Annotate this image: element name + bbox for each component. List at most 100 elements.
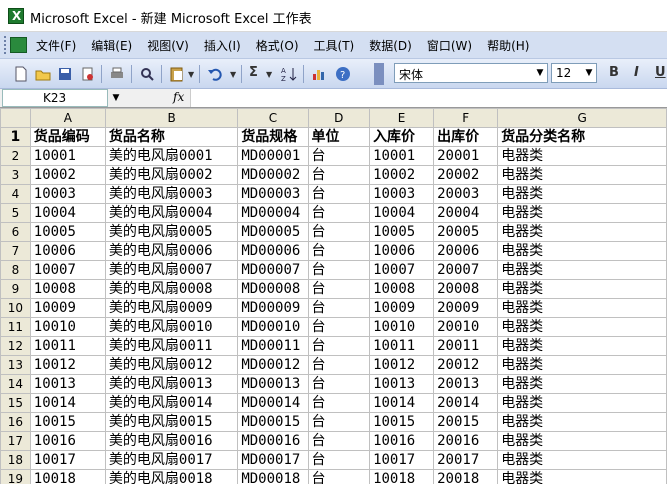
cell[interactable]: MD00001: [237, 146, 309, 166]
undo-dropdown-icon[interactable]: ▼: [230, 70, 236, 79]
cell[interactable]: 台: [307, 374, 371, 394]
cell[interactable]: 10010: [369, 317, 435, 337]
underline-button[interactable]: U: [655, 65, 666, 80]
row-header[interactable]: 4: [0, 184, 31, 204]
menu-tools[interactable]: 工具(T): [314, 37, 355, 54]
cell[interactable]: 美的电风扇0004: [104, 203, 239, 223]
cell[interactable]: 台: [307, 412, 371, 432]
row-header[interactable]: 9: [0, 279, 31, 299]
cell[interactable]: 台: [307, 184, 371, 204]
cell[interactable]: 10011: [29, 336, 106, 356]
font-name-select[interactable]: 宋体 ▼: [394, 63, 548, 83]
cell[interactable]: 10002: [369, 165, 435, 185]
cell[interactable]: 10007: [29, 260, 106, 280]
cell[interactable]: 美的电风扇0001: [104, 146, 239, 166]
research-icon[interactable]: [138, 65, 156, 83]
cell[interactable]: 10002: [29, 165, 106, 185]
row-header[interactable]: 19: [0, 469, 31, 484]
cell[interactable]: 台: [307, 222, 371, 242]
menu-edit[interactable]: 编辑(E): [91, 37, 132, 54]
menu-data[interactable]: 数据(D): [369, 37, 412, 54]
cell[interactable]: 美的电风扇0005: [104, 222, 239, 242]
cell[interactable]: 10001: [29, 146, 106, 166]
cell[interactable]: 台: [307, 355, 371, 375]
cell[interactable]: MD00011: [237, 336, 309, 356]
cell[interactable]: MD00013: [237, 374, 309, 394]
cell[interactable]: 电器类: [497, 374, 667, 394]
cell[interactable]: 20005: [433, 222, 499, 242]
cell[interactable]: 台: [307, 469, 371, 484]
row-header[interactable]: 2: [0, 146, 31, 166]
cell[interactable]: 美的电风扇0018: [104, 469, 239, 484]
cell[interactable]: 电器类: [497, 317, 667, 337]
cell[interactable]: 台: [307, 298, 371, 318]
row-header[interactable]: 11: [0, 317, 31, 337]
cell[interactable]: 10014: [29, 393, 106, 413]
column-header[interactable]: C: [237, 108, 309, 128]
cell[interactable]: MD00006: [237, 241, 309, 261]
menu-format[interactable]: 格式(O): [256, 37, 299, 54]
cell[interactable]: 电器类: [497, 260, 667, 280]
row-header[interactable]: 8: [0, 260, 31, 280]
cell[interactable]: 台: [307, 203, 371, 223]
cell[interactable]: 美的电风扇0015: [104, 412, 239, 432]
cell[interactable]: 10015: [29, 412, 106, 432]
row-header[interactable]: 3: [0, 165, 31, 185]
new-document-icon[interactable]: [12, 65, 30, 83]
cell[interactable]: 美的电风扇0012: [104, 355, 239, 375]
row-header[interactable]: 15: [0, 393, 31, 413]
menu-window[interactable]: 窗口(W): [427, 37, 472, 54]
permission-icon[interactable]: [78, 65, 96, 83]
cell[interactable]: 10016: [29, 431, 106, 451]
cell[interactable]: 美的电风扇0017: [104, 450, 239, 470]
cell[interactable]: 货品名称: [104, 127, 239, 147]
row-header[interactable]: 6: [0, 222, 31, 242]
cell[interactable]: 美的电风扇0008: [104, 279, 239, 299]
cell[interactable]: 20016: [433, 431, 499, 451]
print-icon[interactable]: [108, 65, 126, 83]
cell[interactable]: 10006: [29, 241, 106, 261]
cell[interactable]: 10004: [369, 203, 435, 223]
cell[interactable]: 20008: [433, 279, 499, 299]
cell[interactable]: MD00017: [237, 450, 309, 470]
cell[interactable]: 20018: [433, 469, 499, 484]
cell[interactable]: 10011: [369, 336, 435, 356]
row-header[interactable]: 12: [0, 336, 31, 356]
cell[interactable]: MD00005: [237, 222, 309, 242]
row-header[interactable]: 17: [0, 431, 31, 451]
cell[interactable]: 20006: [433, 241, 499, 261]
cell[interactable]: 20014: [433, 393, 499, 413]
cell[interactable]: 10004: [29, 203, 106, 223]
cell[interactable]: 台: [307, 450, 371, 470]
cell[interactable]: 台: [307, 279, 371, 299]
chevron-down-icon[interactable]: ▼: [582, 64, 596, 82]
cell[interactable]: 20007: [433, 260, 499, 280]
column-header[interactable]: D: [307, 108, 371, 128]
cell[interactable]: 美的电风扇0011: [104, 336, 239, 356]
cell[interactable]: 10008: [29, 279, 106, 299]
cell[interactable]: 电器类: [497, 222, 667, 242]
cell[interactable]: 美的电风扇0014: [104, 393, 239, 413]
cell[interactable]: 货品规格: [237, 127, 309, 147]
cell[interactable]: MD00016: [237, 431, 309, 451]
help-icon[interactable]: ?: [334, 65, 352, 83]
cell[interactable]: 台: [307, 336, 371, 356]
cell[interactable]: 出库价: [433, 127, 499, 147]
cell[interactable]: 20017: [433, 450, 499, 470]
cell[interactable]: MD00009: [237, 298, 309, 318]
cell[interactable]: MD00007: [237, 260, 309, 280]
cell[interactable]: 10010: [29, 317, 106, 337]
cell[interactable]: 货品分类名称: [497, 127, 667, 147]
column-header[interactable]: A: [29, 108, 106, 128]
cell[interactable]: 电器类: [497, 450, 667, 470]
row-header[interactable]: 18: [0, 450, 31, 470]
toolbar-options-icon[interactable]: [374, 63, 384, 85]
row-header[interactable]: 7: [0, 241, 31, 261]
chart-wizard-icon[interactable]: [310, 65, 328, 83]
cell[interactable]: 10012: [29, 355, 106, 375]
cell[interactable]: MD00014: [237, 393, 309, 413]
cell[interactable]: 20012: [433, 355, 499, 375]
cell[interactable]: 电器类: [497, 469, 667, 484]
autosum-dropdown-icon[interactable]: ▼: [266, 70, 272, 79]
cell[interactable]: 10005: [369, 222, 435, 242]
